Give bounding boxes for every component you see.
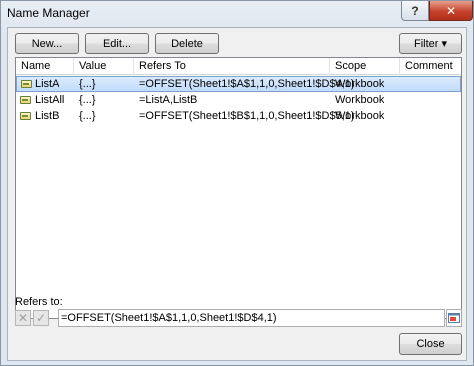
confirm-edit-icon[interactable]: ✓ xyxy=(33,310,49,326)
name-range-icon xyxy=(20,96,31,104)
column-header-name[interactable]: Name xyxy=(16,58,74,75)
column-header-scope[interactable]: Scope xyxy=(330,58,400,75)
row-scope: Workbook xyxy=(335,78,385,90)
name-range-icon xyxy=(21,80,32,88)
title-close-button[interactable]: ✕ xyxy=(429,1,473,21)
range-select-icon xyxy=(448,313,460,323)
names-list[interactable]: Name Value Refers To Scope Comment ListA… xyxy=(15,57,462,319)
list-header: Name Value Refers To Scope Comment xyxy=(16,58,461,75)
column-header-refers-to[interactable]: Refers To xyxy=(134,58,330,75)
new-button[interactable]: New... xyxy=(15,33,79,54)
row-scope: Workbook xyxy=(335,110,385,122)
dialog-body: New... Edit... Delete Filter ▾ Name Valu… xyxy=(7,27,467,361)
row-name: ListAll xyxy=(35,94,65,106)
name-manager-dialog: Name Manager ? ✕ New... Edit... Delete F… xyxy=(0,0,474,366)
row-value: {...} xyxy=(79,110,96,122)
filter-button[interactable]: Filter ▾ xyxy=(399,33,462,54)
dialog-title: Name Manager xyxy=(7,6,90,20)
collapse-dialog-button[interactable] xyxy=(446,309,462,327)
help-button[interactable]: ? xyxy=(401,1,429,21)
row-refers-to: =ListA,ListB xyxy=(139,94,198,106)
row-value: {...} xyxy=(79,94,96,106)
row-value: {...} xyxy=(79,78,96,90)
edit-button[interactable]: Edit... xyxy=(85,33,149,54)
delete-button[interactable]: Delete xyxy=(155,33,219,54)
table-row[interactable]: ListAll {...} =ListA,ListB Workbook xyxy=(16,93,461,109)
close-button[interactable]: Close xyxy=(399,333,462,355)
row-scope: Workbook xyxy=(335,94,385,106)
cancel-edit-icon[interactable]: ✕ xyxy=(15,310,31,326)
column-header-value[interactable]: Value xyxy=(74,58,134,75)
row-refers-to: =OFFSET(Sheet1!$B$1,1,0,Sheet1!$D$5,1) xyxy=(139,110,355,122)
name-range-icon xyxy=(20,112,31,120)
row-name: ListA xyxy=(35,78,60,90)
column-header-comment[interactable]: Comment xyxy=(400,58,461,75)
row-refers-to: =OFFSET(Sheet1!$A$1,1,0,Sheet1!$D$4,1) xyxy=(139,78,355,90)
table-row[interactable]: ListA {...} =OFFSET(Sheet1!$A$1,1,0,Shee… xyxy=(16,76,461,92)
refers-to-label: Refers to: xyxy=(15,296,63,308)
row-name: ListB xyxy=(35,110,60,122)
title-bar: Name Manager ? ✕ xyxy=(1,1,473,27)
refers-to-input[interactable]: =OFFSET(Sheet1!$A$1,1,0,Sheet1!$D$4,1) xyxy=(58,309,445,327)
table-row[interactable]: ListB {...} =OFFSET(Sheet1!$B$1,1,0,Shee… xyxy=(16,109,461,125)
